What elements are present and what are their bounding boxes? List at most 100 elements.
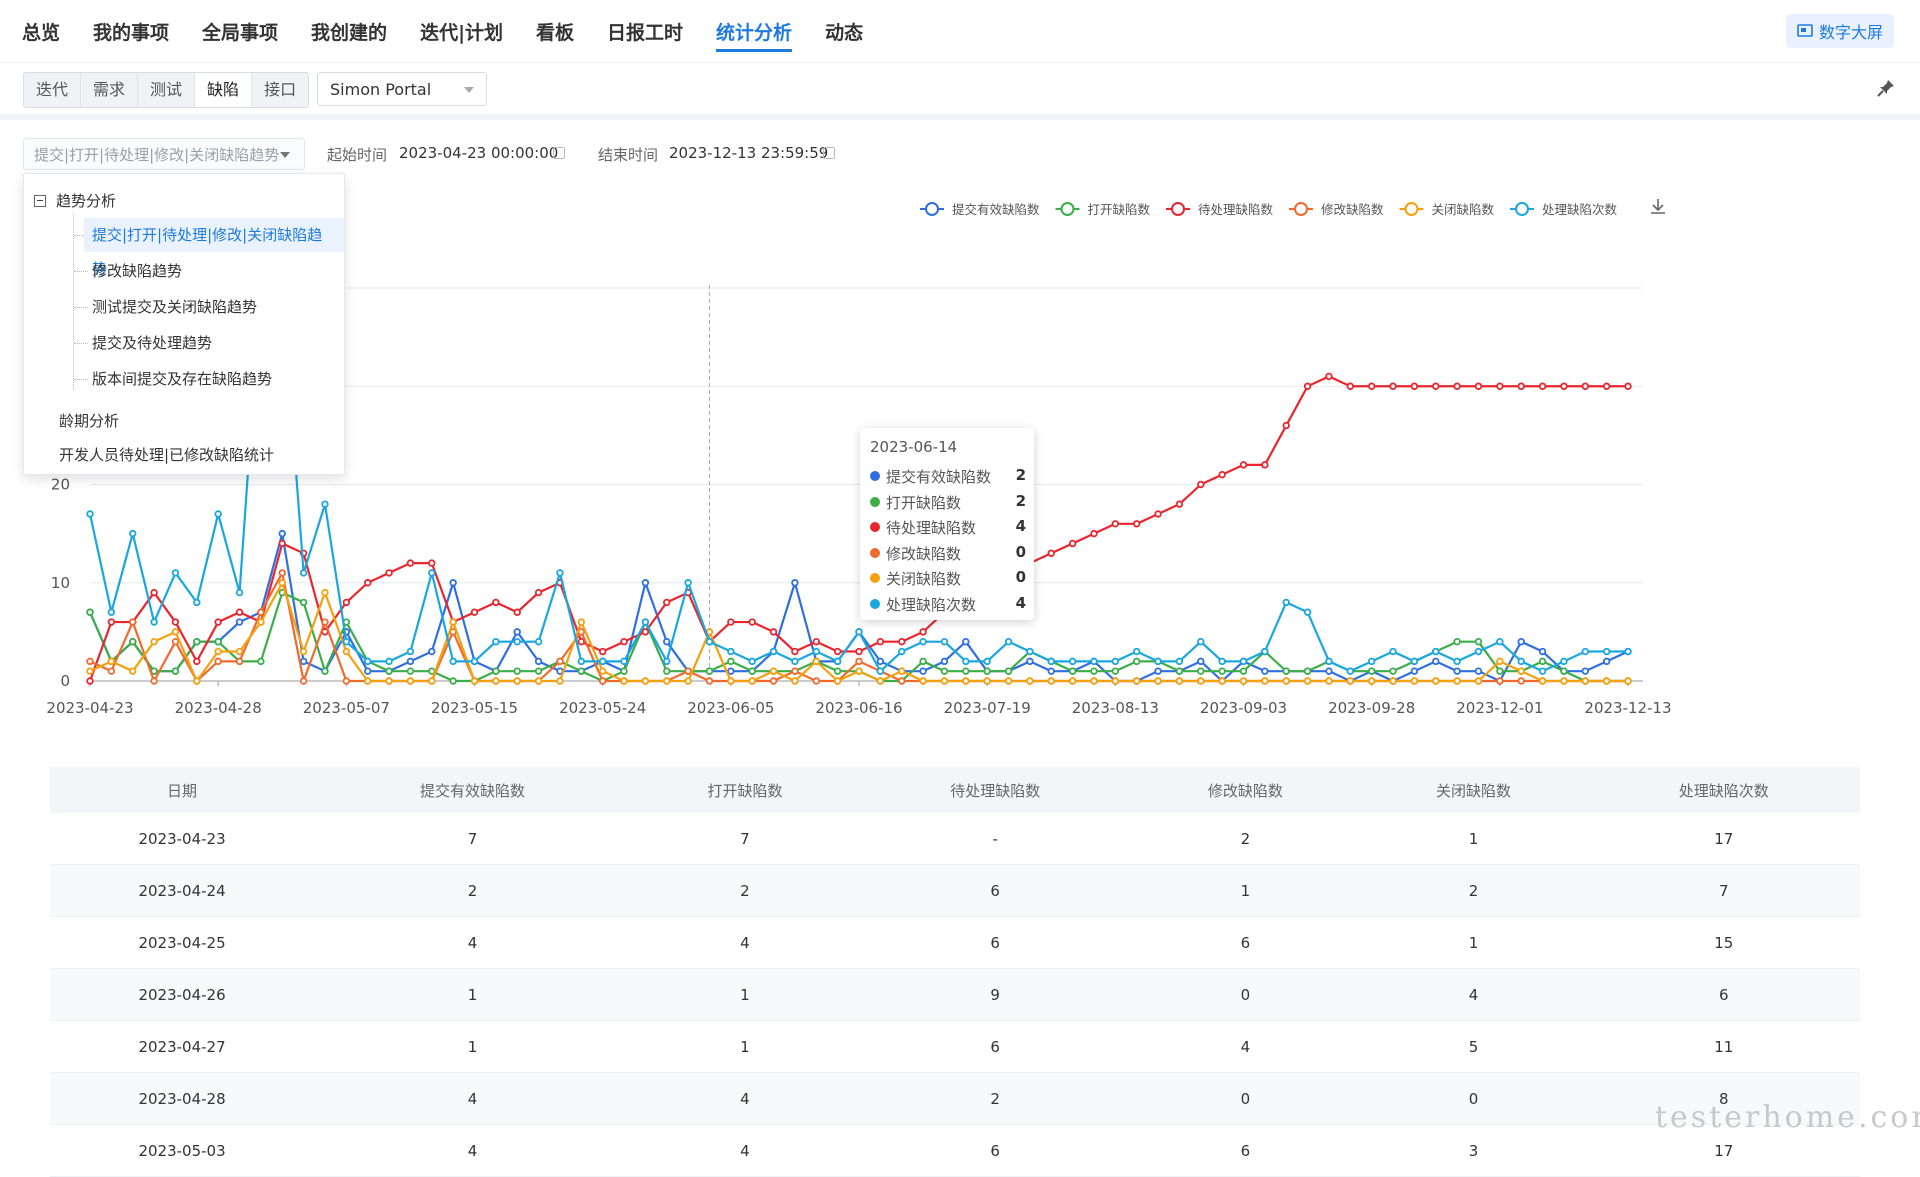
- tree-group-trend-label: 趋势分析: [56, 192, 117, 210]
- download-icon[interactable]: [1651, 199, 1665, 214]
- data-point: [577, 667, 586, 675]
- data-point: [107, 657, 116, 666]
- data-point: [513, 608, 521, 616]
- data-point: [257, 608, 265, 616]
- nav-item[interactable]: 统计分析: [716, 0, 793, 62]
- data-point: [129, 618, 137, 626]
- calendar-icon[interactable]: [823, 147, 835, 159]
- data-point: [962, 667, 970, 675]
- tree-group-developer[interactable]: 开发人员待处理|已修改缺陷统计: [59, 444, 274, 465]
- data-point: [1432, 647, 1440, 656]
- data-point: [1517, 638, 1525, 646]
- data-point: [769, 628, 778, 636]
- data-point: [1560, 657, 1568, 666]
- segment-tab[interactable]: 测试: [138, 73, 196, 107]
- legend-marker-icon: [1171, 202, 1185, 216]
- digital-screen-button[interactable]: 数字大屏: [1786, 14, 1894, 48]
- report-type-select[interactable]: 提交|打开|待处理|修改|关闭缺陷趋势: [23, 138, 305, 170]
- tree-item[interactable]: 测试提交及关闭缺陷趋势: [84, 290, 265, 324]
- data-point: [1581, 382, 1589, 390]
- legend-label[interactable]: 修改缺陷数: [1321, 202, 1384, 217]
- tree-group-age[interactable]: 龄期分析: [59, 410, 119, 431]
- data-point: [855, 667, 863, 675]
- data-point: [107, 618, 116, 626]
- data-point: [1090, 657, 1098, 666]
- report-type-value: 提交|打开|待处理|修改|关闭缺陷趋势: [34, 146, 280, 164]
- data-point: [107, 667, 116, 675]
- segment-tab[interactable]: 迭代: [24, 73, 82, 107]
- data-point: [385, 667, 393, 675]
- nav-item[interactable]: 我的事项: [93, 0, 169, 62]
- data-point: [898, 647, 906, 656]
- data-point: [86, 677, 94, 685]
- nav-item[interactable]: 看板: [536, 0, 574, 62]
- data-point: [385, 677, 393, 685]
- x-tick-label: 2023-04-23: [46, 699, 133, 717]
- data-point: [705, 667, 714, 675]
- nav-item[interactable]: 我创建的: [311, 0, 387, 62]
- tree-item[interactable]: 修改缺陷趋势: [84, 254, 190, 288]
- legend-label[interactable]: 处理缺陷次数: [1542, 202, 1618, 217]
- table-cell: 15: [1587, 916, 1860, 969]
- tooltip-row: 关闭缺陷数 0: [870, 566, 1026, 590]
- data-point: [663, 638, 671, 646]
- nav-item[interactable]: 总览: [22, 0, 60, 62]
- tooltip-series-value: 4: [1015, 517, 1026, 535]
- table-header-cell: 关闭缺陷数: [1359, 767, 1588, 813]
- data-point: [1068, 667, 1077, 675]
- tree-group-trend[interactable]: 趋势分析: [34, 190, 116, 211]
- nav-item[interactable]: 动态: [825, 0, 863, 62]
- data-point: [1154, 677, 1162, 685]
- tooltip-series-value: 0: [1015, 542, 1026, 561]
- data-point: [214, 647, 222, 656]
- data-point: [171, 628, 180, 636]
- collapse-icon[interactable]: [34, 195, 46, 207]
- data-point: [321, 618, 329, 626]
- data-point: [1432, 677, 1440, 685]
- legend-label[interactable]: 待处理缺陷数: [1198, 202, 1274, 217]
- calendar-icon[interactable]: [553, 147, 565, 159]
- nav-item[interactable]: 迭代|计划: [420, 0, 503, 62]
- data-point: [150, 588, 158, 597]
- data-point: [1367, 667, 1376, 675]
- data-point: [748, 677, 756, 685]
- data-point: [1496, 677, 1504, 685]
- end-time-input[interactable]: 2023-12-13 23:59:59: [669, 144, 828, 162]
- table-cell: 2023-04-28: [50, 1072, 315, 1125]
- data-point: [769, 677, 778, 685]
- legend-label[interactable]: 提交有效缺陷数: [952, 202, 1040, 217]
- table-row: 2023-04-28 4 4 2 0 0 8: [50, 1072, 1860, 1125]
- table-row: 2023-05-03 4 4 6 6 3 17: [50, 1124, 1860, 1177]
- tree-connector: [73, 214, 74, 389]
- series-dot-icon: [870, 496, 880, 507]
- legend-label[interactable]: 关闭缺陷数: [1432, 202, 1495, 217]
- pin-icon[interactable]: [1876, 78, 1896, 98]
- segment-tab[interactable]: 接口: [252, 73, 308, 107]
- legend-label[interactable]: 打开缺陷数: [1088, 202, 1151, 217]
- y-tick-label: 20: [51, 476, 70, 494]
- nav-item[interactable]: 全局事项: [202, 0, 278, 62]
- segment-tab[interactable]: 需求: [81, 73, 139, 107]
- table-cell: 4: [1131, 1020, 1360, 1073]
- project-select[interactable]: Simon Portal: [317, 72, 487, 106]
- data-point: [1239, 677, 1248, 685]
- table-cell: 6: [1131, 916, 1360, 969]
- nav-item[interactable]: 日报工时: [607, 0, 683, 62]
- data-point: [1474, 667, 1483, 675]
- tree-item[interactable]: 版本间提交及存在缺陷趋势: [84, 362, 280, 396]
- tree-item[interactable]: 提交|打开|待处理|修改|关闭缺陷趋势: [84, 218, 344, 278]
- data-point: [812, 677, 820, 685]
- start-time-input[interactable]: 2023-04-23 00:00:00: [399, 144, 558, 162]
- tooltip-row: 修改缺陷数 0: [870, 541, 1026, 565]
- data-point: [620, 667, 628, 675]
- data-point: [1581, 667, 1589, 675]
- data-point: [86, 510, 94, 518]
- segment-tab[interactable]: 缺陷: [195, 73, 253, 107]
- data-point: [898, 677, 906, 685]
- x-tick-label: 2023-06-05: [687, 699, 774, 717]
- tooltip-series-value: 4: [1015, 593, 1026, 612]
- data-point: [428, 569, 436, 577]
- tree-item[interactable]: 提交及待处理趋势: [84, 326, 220, 360]
- tooltip-row: 打开缺陷数 2: [870, 490, 1026, 514]
- table-cell: 6: [858, 916, 1132, 969]
